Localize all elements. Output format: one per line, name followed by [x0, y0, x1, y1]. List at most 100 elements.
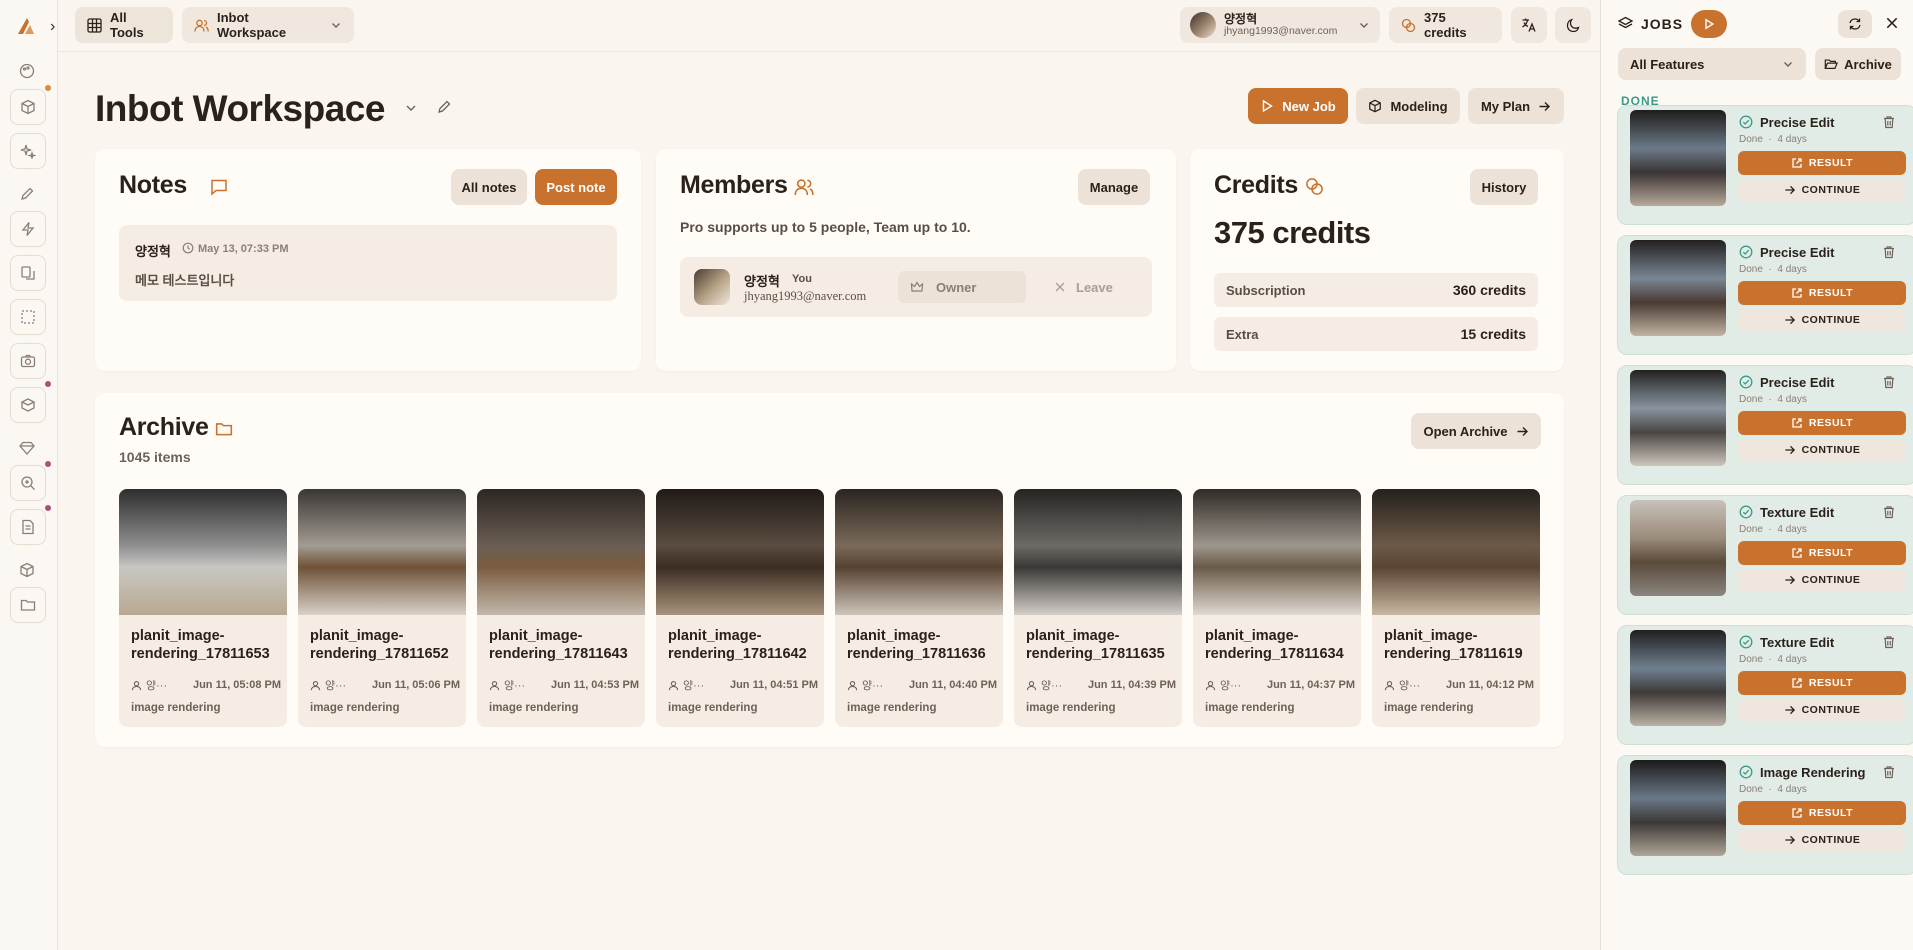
expand-rail-icon[interactable]: ›	[50, 18, 55, 36]
job-card[interactable]: Precise Edit Done · 4 days RESULT CONTINUE	[1617, 105, 1913, 225]
archive-thumbnail[interactable]	[477, 489, 645, 615]
trash-icon[interactable]	[1882, 765, 1896, 779]
pencil-tool-icon[interactable]	[16, 183, 38, 205]
lightning-tool-icon[interactable]	[10, 211, 46, 247]
all-notes-button[interactable]: All notes	[451, 169, 527, 205]
jobs-archive-button[interactable]: Archive	[1815, 48, 1901, 80]
job-thumbnail[interactable]	[1630, 370, 1726, 466]
result-button[interactable]: RESULT	[1738, 151, 1906, 175]
refresh-button[interactable]	[1838, 10, 1872, 38]
archive-item-meta: 양··· Jun 11, 04:37 PM	[1205, 677, 1355, 693]
archive-item[interactable]: planit_image-rendering_17811619 양··· Jun 1…	[1372, 489, 1540, 727]
trash-icon[interactable]	[1882, 505, 1896, 519]
archive-item-meta: 양··· Jun 11, 04:51 PM	[668, 677, 818, 693]
close-panel-icon[interactable]	[1885, 16, 1899, 30]
cube-icon	[1368, 99, 1382, 113]
archive-thumbnail[interactable]	[1193, 489, 1361, 615]
archive-item[interactable]: planit_image-rendering_17811643 양··· Jun 1…	[477, 489, 645, 727]
post-note-button[interactable]: Post note	[535, 169, 617, 205]
archive-thumbnail[interactable]	[119, 489, 287, 615]
user-menu[interactable]: 양정혁 jhyang1993@naver.com	[1180, 7, 1380, 43]
palette-icon[interactable]	[16, 60, 38, 82]
archive-item[interactable]: planit_image-rendering_17811652 양··· Jun 1…	[298, 489, 466, 727]
selection-tool-icon[interactable]	[10, 299, 46, 335]
job-card[interactable]: Texture Edit Done · 4 days RESULT CONTINUE	[1617, 625, 1913, 745]
job-thumbnail[interactable]	[1630, 630, 1726, 726]
user-icon	[847, 680, 858, 691]
job-thumbnail[interactable]	[1630, 110, 1726, 206]
job-card[interactable]: Image Rendering Done · 4 days RESULT CONTIN…	[1617, 755, 1913, 875]
cube-tool-icon[interactable]	[10, 89, 46, 125]
layers-tool-icon[interactable]	[10, 255, 46, 291]
archive-item[interactable]: planit_image-rendering_17811636 양··· Jun 1…	[835, 489, 1003, 727]
credits-button[interactable]: 375 credits	[1389, 7, 1502, 43]
archive-thumbnail[interactable]	[1014, 489, 1182, 615]
new-job-button[interactable]: New Job	[1248, 88, 1348, 124]
job-status: Done · 4 days	[1739, 394, 1807, 405]
open-archive-button[interactable]: Open Archive	[1411, 413, 1541, 449]
my-plan-button[interactable]: My Plan	[1468, 88, 1564, 124]
modeling-button[interactable]: Modeling	[1356, 88, 1460, 124]
job-thumbnail[interactable]	[1630, 760, 1726, 856]
external-link-icon	[1791, 287, 1803, 299]
result-button[interactable]: RESULT	[1738, 801, 1906, 825]
result-button[interactable]: RESULT	[1738, 411, 1906, 435]
archive-thumbnail[interactable]	[835, 489, 1003, 615]
box-tool-icon[interactable]	[10, 387, 46, 423]
arrow-right-icon	[1784, 704, 1796, 716]
job-card[interactable]: Precise Edit Done · 4 days RESULT CONTINUE	[1617, 235, 1913, 355]
chevron-down-icon	[1358, 19, 1370, 31]
app-logo[interactable]	[16, 16, 36, 36]
folder-tool-icon[interactable]	[10, 587, 46, 623]
all-tools-button[interactable]: All Tools	[75, 7, 173, 43]
archive-card: Archive 1045 items Open Archive planit_i…	[95, 393, 1564, 747]
archive-item[interactable]: planit_image-rendering_17811635 양··· Jun 1…	[1014, 489, 1182, 727]
document-tool-icon[interactable]	[10, 509, 46, 545]
leave-button[interactable]: Leave	[1054, 271, 1134, 303]
job-card[interactable]: Texture Edit Done · 4 days RESULT CONTINUE	[1617, 495, 1913, 615]
feature-filter-select[interactable]: All Features	[1618, 48, 1806, 80]
sparkle-tool-icon[interactable]	[10, 133, 46, 169]
arrow-right-icon	[1516, 425, 1529, 438]
trash-icon[interactable]	[1882, 115, 1896, 129]
run-jobs-button[interactable]	[1691, 10, 1727, 38]
job-thumbnail[interactable]	[1630, 240, 1726, 336]
user-icon	[131, 680, 142, 691]
trash-icon[interactable]	[1882, 375, 1896, 389]
archive-thumbnail[interactable]	[298, 489, 466, 615]
archive-item-meta: 양··· Jun 11, 04:53 PM	[489, 677, 639, 693]
dark-mode-button[interactable]	[1555, 7, 1591, 43]
archive-thumbnail[interactable]	[1372, 489, 1540, 615]
workspace-switcher[interactable]: Inbot Workspace	[182, 7, 354, 43]
trash-icon[interactable]	[1882, 245, 1896, 259]
result-label: RESULT	[1808, 677, 1854, 689]
note-item[interactable]: 양정혁 May 13, 07:33 PM 메모 테스트입니다	[119, 225, 617, 301]
chevron-down-icon[interactable]	[404, 101, 418, 115]
credits-label: 375 credits	[1424, 10, 1467, 40]
archive-item[interactable]: planit_image-rendering_17811653 양··· Jun 1…	[119, 489, 287, 727]
job-thumbnail[interactable]	[1630, 500, 1726, 596]
continue-button[interactable]: CONTINUE	[1738, 179, 1906, 201]
edit-title-icon[interactable]	[436, 99, 452, 115]
continue-button[interactable]: CONTINUE	[1738, 569, 1906, 591]
continue-button[interactable]: CONTINUE	[1738, 439, 1906, 461]
history-button[interactable]: History	[1470, 169, 1538, 205]
camera-tool-icon[interactable]	[10, 343, 46, 379]
archive-thumbnail[interactable]	[656, 489, 824, 615]
trash-icon[interactable]	[1882, 635, 1896, 649]
archive-item[interactable]: planit_image-rendering_17811634 양··· Jun 1…	[1193, 489, 1361, 727]
user-icon	[489, 680, 500, 691]
package-tool-icon[interactable]	[16, 559, 38, 581]
diamond-tool-icon[interactable]	[16, 437, 38, 459]
result-button[interactable]: RESULT	[1738, 541, 1906, 565]
translate-button[interactable]	[1511, 7, 1547, 43]
result-button[interactable]: RESULT	[1738, 671, 1906, 695]
continue-button[interactable]: CONTINUE	[1738, 699, 1906, 721]
job-card[interactable]: Precise Edit Done · 4 days RESULT CONTINUE	[1617, 365, 1913, 485]
continue-button[interactable]: CONTINUE	[1738, 309, 1906, 331]
result-button[interactable]: RESULT	[1738, 281, 1906, 305]
manage-button[interactable]: Manage	[1078, 169, 1150, 205]
zoom-tool-icon[interactable]	[10, 465, 46, 501]
archive-item[interactable]: planit_image-rendering_17811642 양··· Jun 1…	[656, 489, 824, 727]
continue-button[interactable]: CONTINUE	[1738, 829, 1906, 851]
